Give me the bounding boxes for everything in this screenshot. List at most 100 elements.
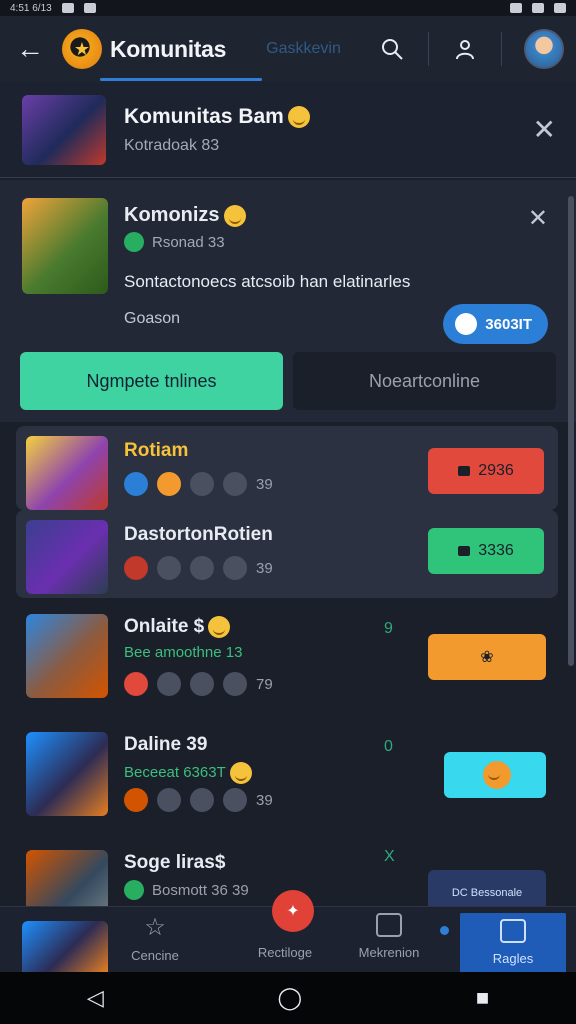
- signal-icon: [532, 3, 544, 13]
- back-triangle-icon[interactable]: ◁: [87, 985, 104, 1011]
- close-icon[interactable]: ✕: [533, 113, 556, 146]
- nav-label: Cencine: [131, 948, 179, 963]
- member-thumbnail: [26, 520, 108, 594]
- nav-item-cencine[interactable]: ☆ Cencine: [100, 913, 210, 963]
- member-count: 39: [256, 475, 273, 493]
- nav-thumbnail[interactable]: [22, 921, 108, 973]
- list-item[interactable]: Daline 39 Beceeat 6363T 39 0: [0, 720, 576, 826]
- member-count: 39: [256, 791, 273, 809]
- card-label: Goason: [124, 310, 181, 327]
- banner-thumbnail: [22, 94, 106, 165]
- star-icon: [190, 788, 214, 812]
- notification-icon: [61, 3, 74, 13]
- member-name: Rotiam: [124, 440, 189, 461]
- wifi-icon: [510, 3, 522, 13]
- smiley-icon: [208, 616, 231, 638]
- row-hint: X: [384, 848, 395, 865]
- smiley-icon: [483, 761, 511, 789]
- list-item[interactable]: Rotiam 39 2936: [16, 426, 558, 510]
- star-icon: [190, 556, 214, 580]
- badge-icon: [124, 788, 148, 812]
- gear-icon: ❀: [480, 649, 494, 666]
- nav-item-ragles[interactable]: Ragles: [460, 913, 566, 973]
- scrollbar[interactable]: [568, 196, 574, 666]
- grid-icon: [157, 672, 181, 696]
- search-icon[interactable]: [378, 35, 406, 63]
- member-thumbnail: [26, 614, 108, 698]
- smiley-icon: [223, 204, 246, 227]
- card-thumbnail: [22, 198, 108, 294]
- window-icon: [376, 913, 402, 937]
- active-tab-indicator: [100, 78, 262, 81]
- gear-icon: [223, 472, 247, 496]
- community-card: Komonizs Rsonad 33 Sontactonoecs atcsoib…: [0, 180, 576, 422]
- home-circle-icon[interactable]: ◯: [278, 985, 303, 1011]
- card-title: Komonizs: [124, 204, 220, 226]
- star-icon: ★: [73, 38, 91, 59]
- app-subtitle-tab[interactable]: Gaskkevin: [266, 40, 341, 58]
- face-icon: [223, 556, 247, 580]
- member-name: Daline 39: [124, 734, 208, 755]
- status-time: 4:51 6/13: [10, 2, 52, 14]
- upload-icon: [500, 919, 526, 943]
- grid-icon: [157, 788, 181, 812]
- member-thumbnail: [26, 850, 108, 906]
- action-pill[interactable]: ❀: [428, 634, 546, 680]
- segmented-control: Ngmpete tnlines Noeartconline: [20, 352, 556, 410]
- face-icon: [223, 788, 247, 812]
- back-arrow-icon[interactable]: ←: [12, 31, 48, 67]
- community-logo: ★: [62, 29, 102, 69]
- nav-item-rectiloge[interactable]: Rectiloge: [230, 945, 340, 960]
- info-icon: [124, 472, 148, 496]
- notification-icon: [83, 3, 96, 13]
- avatar[interactable]: [524, 29, 564, 69]
- indicator-dot: [440, 926, 449, 935]
- follow-button-label: 3603IT: [485, 315, 532, 333]
- chat-icon: [458, 466, 471, 476]
- member-thumbnail: [26, 436, 108, 510]
- app-bar: ← ★ Komunitas Gaskkevin: [0, 16, 576, 82]
- community-banner[interactable]: Komunitas Bam Kotradoak 83 ✕: [0, 82, 576, 178]
- segment-inactive[interactable]: Noeartconline: [293, 352, 556, 410]
- member-name: Soge liras$: [124, 852, 226, 873]
- row-hint: 9: [384, 620, 393, 637]
- nav-label: Mekrenion: [358, 945, 420, 960]
- recents-square-icon[interactable]: ■: [476, 985, 489, 1011]
- segment-active[interactable]: Ngmpete tnlines: [20, 352, 283, 410]
- sparkle-fab-button[interactable]: ✦: [272, 890, 314, 932]
- pill-label: 2936: [478, 462, 514, 479]
- divider: [428, 32, 429, 66]
- member-name: DastortonRotien: [124, 524, 273, 545]
- system-nav-bar: ◁ ◯ ■: [0, 972, 576, 1024]
- nav-label: Ragles: [492, 951, 534, 966]
- banner-title: Komunitas Bam: [124, 104, 284, 128]
- card-description: Sontactonoecs atcsoib han elatinarles: [124, 272, 411, 291]
- member-count: 79: [256, 675, 273, 693]
- close-icon[interactable]: ✕: [528, 204, 548, 233]
- badge-icon: [157, 472, 181, 496]
- member-subtitle: Bee amoothne 13: [124, 644, 243, 661]
- member-name: Onlaite $: [124, 616, 205, 638]
- status-pill[interactable]: DC Bessonale: [428, 870, 546, 906]
- banner-subtitle: Kotradoak 83: [124, 136, 220, 154]
- status-pill[interactable]: 3336: [428, 528, 544, 574]
- page-title: Komunitas: [110, 35, 227, 62]
- status-pill[interactable]: 2936: [428, 448, 544, 494]
- list-item[interactable]: Onlaite $ Bee amoothne 13 79 9 ❀: [0, 602, 576, 708]
- divider: [501, 32, 502, 66]
- star-icon: [190, 672, 214, 696]
- member-count: 39: [256, 559, 273, 577]
- star-outline-icon: ☆: [144, 914, 166, 941]
- row-hint: 0: [384, 738, 393, 755]
- grid-icon: [157, 556, 181, 580]
- nav-item-mekrenion[interactable]: Mekrenion: [334, 913, 444, 960]
- shield-icon: [190, 472, 214, 496]
- emoji-pill[interactable]: [444, 752, 546, 798]
- list-item[interactable]: DastortonRotien 39 3336: [16, 510, 558, 598]
- follow-button[interactable]: 3603IT: [443, 304, 548, 344]
- nav-label: Rectiloge: [257, 945, 313, 960]
- face-icon: [223, 672, 247, 696]
- person-icon[interactable]: [451, 35, 479, 63]
- badge-icon: [124, 672, 148, 696]
- card-tag: Rsonad 33: [152, 233, 225, 251]
